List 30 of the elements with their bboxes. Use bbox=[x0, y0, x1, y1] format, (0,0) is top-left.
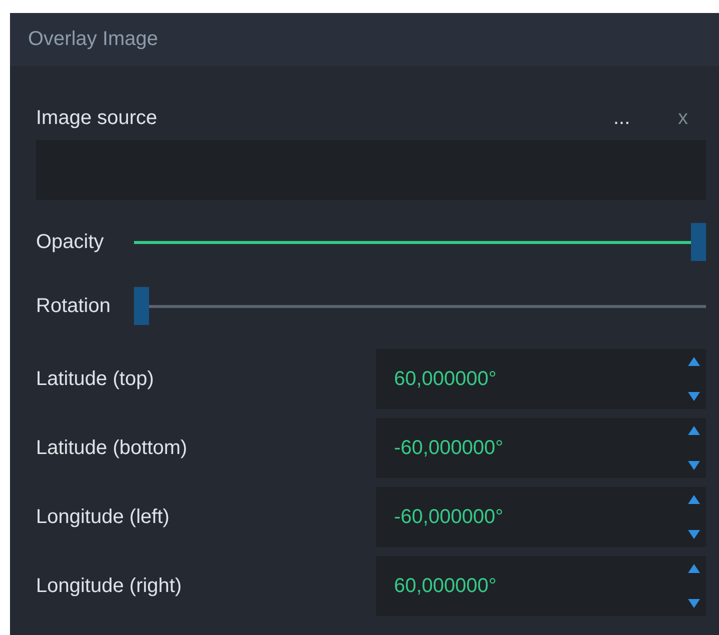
down-arrow-icon[interactable] bbox=[688, 599, 700, 608]
down-arrow-icon[interactable] bbox=[688, 530, 700, 539]
field-label: Image source bbox=[36, 106, 158, 130]
clear-button[interactable]: x bbox=[674, 106, 692, 130]
field-label: Longitude (left) bbox=[36, 506, 170, 528]
slider-thumb[interactable] bbox=[691, 223, 706, 261]
slider-label: Rotation bbox=[36, 294, 112, 318]
up-arrow-icon[interactable] bbox=[688, 426, 700, 435]
spin-value: 60,000000° bbox=[394, 368, 498, 390]
spin-value: -60,000000° bbox=[394, 436, 504, 460]
spin-box[interactable]: -60,000000° bbox=[376, 487, 706, 547]
spin-value: 60,000000° bbox=[394, 574, 498, 598]
spin-box[interactable]: 60,000000° bbox=[376, 349, 706, 409]
up-arrow-icon[interactable] bbox=[688, 564, 700, 573]
slider-thumb[interactable] bbox=[134, 287, 149, 325]
up-arrow-icon[interactable] bbox=[688, 495, 700, 504]
spin-box[interactable]: -60,000000° bbox=[376, 418, 706, 478]
panel-title: Overlay Image bbox=[28, 28, 158, 51]
down-arrow-icon[interactable] bbox=[688, 392, 700, 401]
down-arrow-icon[interactable] bbox=[688, 461, 700, 470]
slider-track[interactable] bbox=[134, 223, 706, 261]
slider-track[interactable] bbox=[134, 287, 706, 325]
slider-label: Opacity bbox=[36, 230, 105, 254]
field-label: Latitude (bottom) bbox=[36, 436, 188, 460]
browse-button[interactable]: ... bbox=[609, 106, 634, 130]
field-label: Latitude (top) bbox=[36, 368, 154, 390]
up-arrow-icon[interactable] bbox=[688, 357, 700, 366]
field-label: Longitude (right) bbox=[36, 574, 182, 598]
spin-box[interactable]: 60,000000° bbox=[376, 556, 706, 616]
spin-value: -60,000000° bbox=[394, 506, 504, 528]
